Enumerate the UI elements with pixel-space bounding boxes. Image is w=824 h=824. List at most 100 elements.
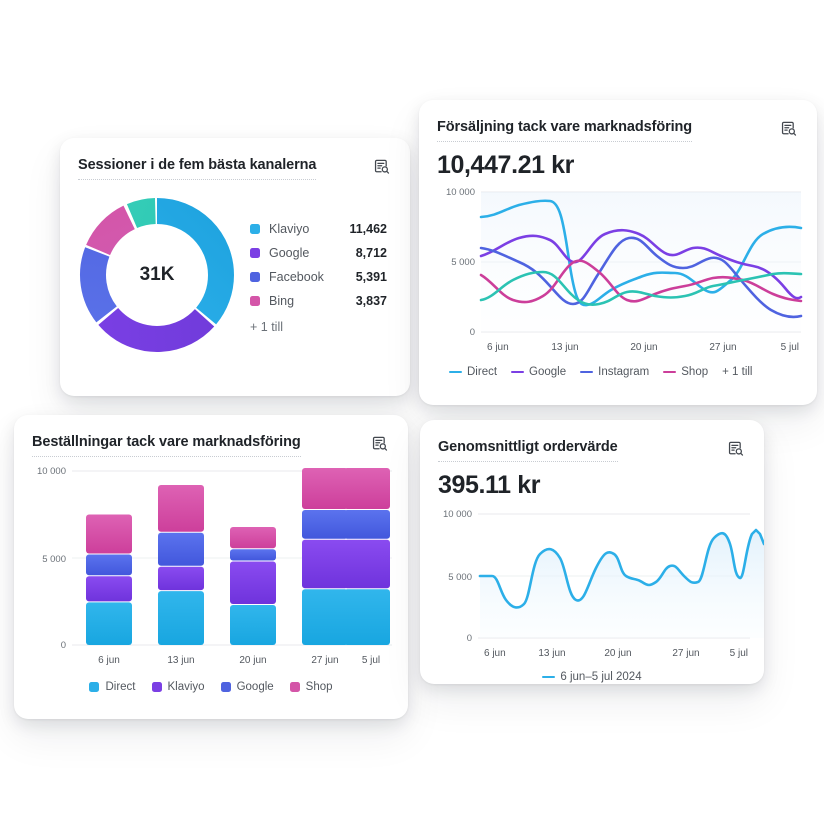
legend-dash (663, 370, 677, 374)
legend-value: 11,462 (349, 221, 387, 236)
legend-more-link[interactable]: + 1 till (250, 320, 387, 334)
svg-text:6 jun: 6 jun (98, 655, 120, 666)
page-title-sessions: Sessioner i de fem bästa kanalerna (78, 156, 316, 181)
svg-text:5 jul: 5 jul (362, 655, 380, 666)
svg-text:20 jun: 20 jun (630, 342, 657, 353)
legend-item-google[interactable]: Google (220, 681, 274, 694)
legend-value: 8,712 (355, 245, 387, 260)
legend-item-direct[interactable]: Direct (89, 681, 136, 693)
svg-text:13 jun: 13 jun (167, 655, 194, 666)
report-search-icon[interactable] (370, 155, 392, 177)
legend-swatch (220, 682, 231, 693)
svg-text:0: 0 (467, 633, 472, 644)
legend-swatch-google (250, 247, 260, 258)
legend-label: Bing (269, 293, 295, 308)
orders-bar-chart: 10 000 5 000 0 6 jun 13 jun 20 jun 27 ju… (14, 457, 408, 677)
legend-label: Google (236, 681, 274, 694)
legend-item-direct[interactable]: Direct (449, 366, 497, 378)
aov-line-chart: 10 000 5 000 0 6 jun 13 jun 20 jun 27 ju… (420, 500, 764, 665)
svg-text:6 jun: 6 jun (484, 648, 506, 659)
legend-item-shop[interactable]: Shop (289, 681, 333, 694)
svg-text:10 000: 10 000 (443, 509, 472, 520)
bar-group-last (344, 468, 390, 646)
bar-group-20-jun (230, 527, 276, 646)
page-title-sales: Försäljning tack vare marknadsföring (437, 118, 692, 143)
legend-swatch (151, 682, 162, 693)
legend-swatch-facebook (250, 271, 260, 282)
legend-swatch (289, 682, 300, 693)
card-aov-header: Genomsnittligt ordervärde (420, 420, 764, 463)
legend-dash (511, 370, 525, 374)
report-search-icon[interactable] (777, 117, 799, 139)
sales-legend: Direct Google Instagram Shop + 1 till (419, 360, 817, 378)
orders-legend: Direct Klaviyo Google Shop (14, 677, 408, 693)
card-sales-header: Försäljning tack vare marknadsföring (419, 100, 817, 143)
svg-text:10 000: 10 000 (446, 187, 475, 198)
donut-chart: 31K (68, 186, 246, 364)
svg-text:5 jul: 5 jul (781, 342, 799, 353)
svg-text:0: 0 (61, 640, 66, 651)
legend-swatch (89, 682, 100, 693)
page-title-orders: Beställningar tack vare marknadsföring (32, 433, 301, 458)
svg-text:5 jul: 5 jul (730, 648, 748, 659)
svg-text:13 jun: 13 jun (538, 648, 565, 659)
list-item[interactable]: Google 8,712 (250, 241, 387, 265)
bar-group-13-jun (158, 485, 204, 646)
list-item[interactable]: Bing 3,837 (250, 289, 387, 313)
sales-headline-value: 10,447.21 kr (437, 151, 574, 180)
svg-text:5 000: 5 000 (42, 554, 66, 565)
bar-group-6-jun (86, 514, 132, 646)
card-aov: Genomsnittligt ordervärde 395.11 kr 10 0… (420, 420, 764, 684)
svg-text:27 jun: 27 jun (311, 655, 338, 666)
legend-label: Shop (305, 681, 333, 694)
legend-item-klaviyo[interactable]: Klaviyo (151, 681, 205, 694)
sales-line-chart: 10 000 5 000 0 6 jun 13 jun 20 jun 27 ju… (419, 180, 817, 360)
report-search-icon[interactable] (368, 432, 390, 454)
card-sales: Försäljning tack vare marknadsföring 10,… (419, 100, 817, 405)
svg-text:27 jun: 27 jun (672, 648, 699, 659)
aov-legend: 6 jun–5 jul 2024 (420, 665, 764, 683)
dashboard-stage: Sessioner i de fem bästa kanalerna 31K K… (0, 0, 824, 824)
card-orders: Beställningar tack vare marknadsföring 1… (14, 415, 408, 719)
legend-value: 5,391 (355, 269, 387, 284)
card-sessions-header: Sessioner i de fem bästa kanalerna (60, 138, 410, 181)
legend-label: Shop (681, 366, 709, 379)
legend-dash (542, 675, 556, 679)
card-sessions: Sessioner i de fem bästa kanalerna 31K K… (60, 138, 410, 396)
card-orders-header: Beställningar tack vare marknadsföring (14, 415, 408, 458)
legend-label: Google (529, 366, 567, 379)
svg-text:13 jun: 13 jun (551, 342, 578, 353)
legend-item-instagram[interactable]: Instagram (580, 366, 649, 378)
legend-label: Facebook (269, 269, 324, 284)
report-search-icon[interactable] (724, 437, 746, 459)
legend-swatch-bing (250, 295, 260, 306)
svg-text:0: 0 (470, 327, 475, 338)
legend-item-shop[interactable]: Shop (663, 366, 708, 378)
svg-text:6 jun: 6 jun (487, 342, 509, 353)
legend-item-google[interactable]: Google (511, 366, 566, 378)
legend-dash (449, 370, 462, 374)
legend-label: Klaviyo (269, 221, 310, 236)
svg-text:5 000: 5 000 (451, 257, 475, 268)
svg-text:20 jun: 20 jun (604, 648, 631, 659)
svg-text:5 000: 5 000 (448, 572, 472, 583)
legend-swatch-klaviyo (250, 223, 260, 234)
legend-item-date-range[interactable]: 6 jun–5 jul 2024 (542, 671, 642, 683)
list-item[interactable]: Facebook 5,391 (250, 265, 387, 289)
legend-label: Google (269, 245, 310, 260)
legend-more-link[interactable]: + 1 till (722, 366, 752, 378)
donut-center-total: 31K (139, 264, 175, 286)
svg-text:20 jun: 20 jun (239, 655, 266, 666)
legend-label: Klaviyo (167, 681, 205, 694)
legend-label: Direct (467, 366, 498, 379)
legend-value: 3,837 (355, 293, 387, 308)
list-item[interactable]: Klaviyo 11,462 (250, 217, 387, 241)
legend-label: Instagram (598, 366, 650, 379)
bar-group-27-jun (302, 468, 348, 646)
aov-headline-value: 395.11 kr (438, 471, 541, 500)
page-title-aov: Genomsnittligt ordervärde (438, 438, 618, 463)
legend-dash (580, 370, 594, 374)
svg-text:10 000: 10 000 (37, 466, 66, 477)
sessions-chart-area: 31K Klaviyo 11,462 Google 8,712 Facebook… (60, 180, 410, 364)
donut-legend: Klaviyo 11,462 Google 8,712 Facebook 5,3… (250, 217, 387, 334)
